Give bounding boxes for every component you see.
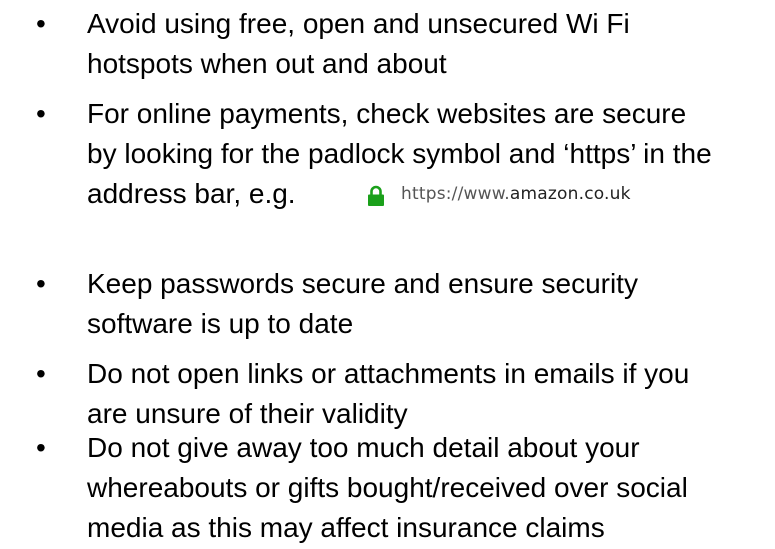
item-text: Do not give away too much detail about y…	[87, 428, 767, 548]
bullet: •	[36, 432, 46, 463]
item-line: Avoid using free, open and unsecured Wi …	[87, 8, 630, 39]
padlock-icon	[368, 185, 384, 206]
url-text: https://www.amazon.co.uk	[401, 174, 631, 214]
item-line: For online payments, check websites are …	[87, 98, 687, 129]
item-text: Avoid using free, open and unsecured Wi …	[87, 4, 767, 84]
bullet: •	[36, 358, 46, 389]
item-line: address bar, e.g. https://www.amazon.co.…	[87, 174, 767, 214]
bullet: •	[36, 268, 46, 299]
item-line: whereabouts or gifts bought/received ove…	[87, 472, 688, 503]
url-domain: amazon.co.uk	[509, 184, 631, 204]
bullet: •	[36, 8, 46, 39]
item-line: Do not give away too much detail about y…	[87, 432, 640, 463]
address-bar-example: https://www.amazon.co.uk	[367, 174, 631, 214]
item-line: hotspots when out and about	[87, 48, 447, 79]
item-text: For online payments, check websites are …	[87, 94, 767, 214]
url-scheme: https://www.	[401, 184, 510, 204]
item-line: Do not open links or attachments in emai…	[87, 358, 690, 389]
bullet: •	[36, 98, 46, 129]
item-line: by looking for the padlock symbol and ‘h…	[87, 138, 712, 169]
item-line: software is up to date	[87, 308, 354, 339]
item-text: Keep passwords secure and ensure securit…	[87, 264, 767, 344]
item-line: media as this may affect insurance claim…	[87, 512, 605, 543]
item-line-text: address bar, e.g.	[87, 178, 296, 209]
item-line: Keep passwords secure and ensure securit…	[87, 268, 638, 299]
item-text: Do not open links or attachments in emai…	[87, 354, 767, 434]
